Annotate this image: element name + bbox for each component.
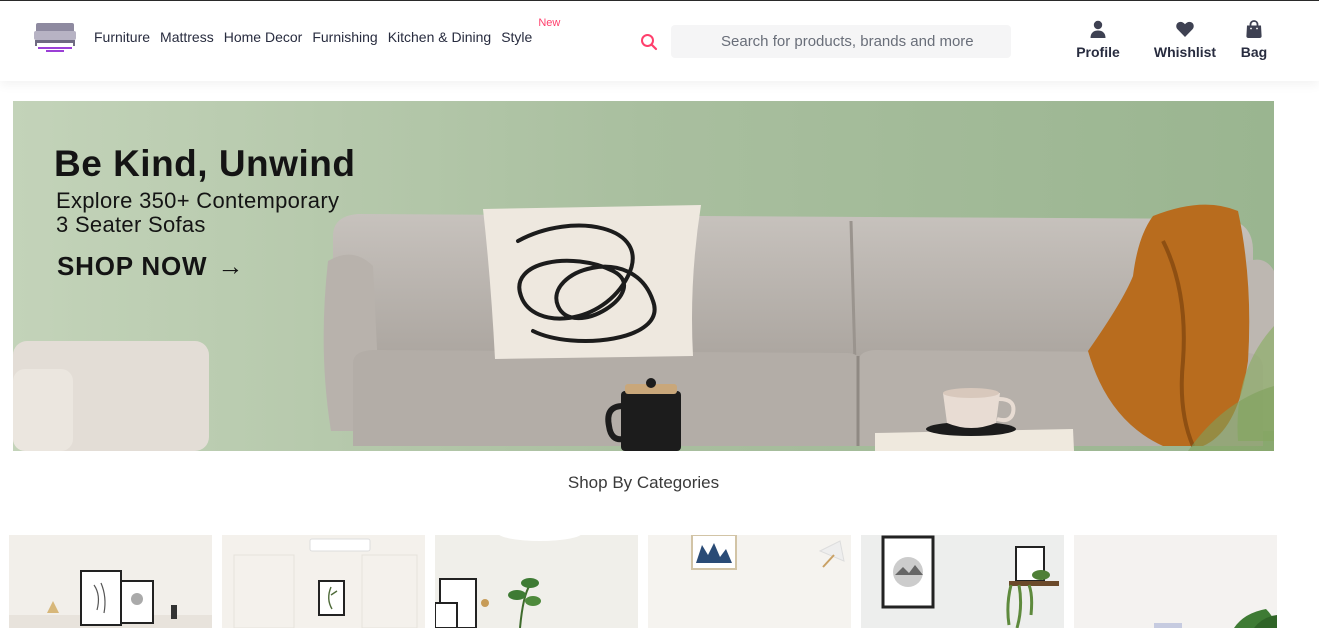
plant-corner-image <box>1074 535 1277 628</box>
category-tile[interactable] <box>435 535 638 628</box>
category-tile[interactable] <box>861 535 1064 628</box>
nav-furniture[interactable]: Furniture <box>94 29 150 45</box>
hero-subtitle-line1: Explore 350+ Contemporary <box>56 188 340 213</box>
hero-title: Be Kind, Unwind <box>54 143 356 184</box>
nav-label: Furnishing <box>312 29 378 45</box>
lamp-frame-image <box>648 535 851 628</box>
search-input[interactable] <box>671 25 1011 58</box>
nav-label: Furniture <box>94 29 151 45</box>
main-nav: Furniture Mattress Home Decor Furnishing… <box>94 17 560 45</box>
brand-logo[interactable] <box>32 21 78 53</box>
shop-now-label: SHOP NOW <box>57 251 208 281</box>
shop-now-button[interactable]: SHOP NOW → <box>57 251 244 282</box>
plants-decor-image <box>435 535 638 628</box>
nav-style[interactable]: Style New <box>501 17 560 45</box>
wall-frames-image <box>9 535 212 628</box>
nav-furnishing[interactable]: Furnishing <box>312 29 377 45</box>
search-icon[interactable] <box>640 33 658 51</box>
nav-label: Kitchen & Dining <box>387 29 492 45</box>
frames-shelf-image <box>861 535 1064 628</box>
header-actions: Profile Whishlist Bag <box>1070 19 1274 60</box>
arrow-right-icon: → <box>217 251 245 281</box>
nav-label: Style <box>501 29 533 45</box>
heart-icon <box>1176 21 1194 37</box>
profile-button[interactable]: Profile <box>1070 19 1126 60</box>
wall-art-image <box>222 535 425 628</box>
wishlist-button[interactable]: Whishlist <box>1150 19 1220 60</box>
category-tile[interactable] <box>1074 535 1277 628</box>
site-header: Furniture Mattress Home Decor Furnishing… <box>0 1 1319 81</box>
wishlist-label: Whishlist <box>1153 44 1217 60</box>
bed-logo-icon <box>34 23 76 52</box>
category-tile[interactable] <box>648 535 851 628</box>
nav-label: Mattress <box>160 29 214 45</box>
bag-label: Bag <box>1240 44 1268 60</box>
category-tile[interactable] <box>9 535 212 628</box>
user-icon <box>1090 20 1106 38</box>
category-tile[interactable] <box>222 535 425 628</box>
bag-icon <box>1246 20 1262 38</box>
new-badge: New <box>538 17 561 29</box>
nav-home-decor[interactable]: Home Decor <box>224 29 303 45</box>
nav-mattress[interactable]: Mattress <box>160 29 214 45</box>
nav-label: Home Decor <box>223 29 303 45</box>
category-tiles <box>9 535 1277 628</box>
nav-kitchen-dining[interactable]: Kitchen & Dining <box>388 29 492 45</box>
hero-banner[interactable]: Be Kind, Unwind Explore 350+ Contemporar… <box>13 101 1274 451</box>
profile-label: Profile <box>1076 44 1120 60</box>
hero-subtitle-line2: 3 Seater Sofas <box>56 212 206 237</box>
categories-heading: Shop By Categories <box>567 473 720 492</box>
bag-button[interactable]: Bag <box>1234 19 1274 60</box>
